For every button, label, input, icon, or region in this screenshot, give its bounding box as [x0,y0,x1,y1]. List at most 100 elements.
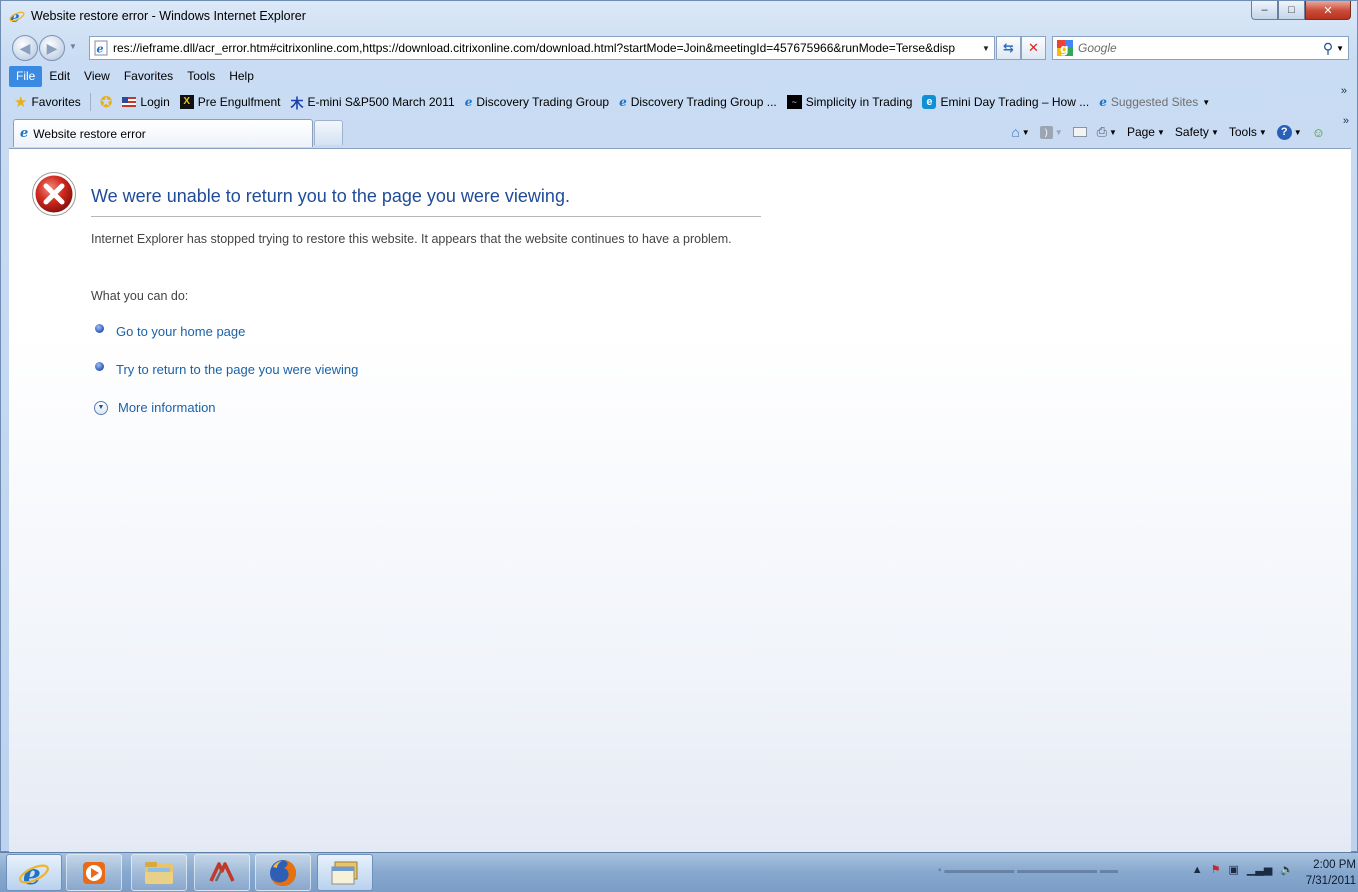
bullet-icon [95,324,104,333]
favorites-overflow-icon[interactable]: » [1341,85,1347,97]
research-button[interactable]: ☺ [1308,121,1329,143]
google-logo-icon: g [1057,40,1073,56]
recent-pages-dropdown-icon[interactable]: ▼ [69,42,77,51]
search-icon[interactable]: ⚲ [1320,40,1336,57]
menu-help[interactable]: Help [222,66,261,87]
suggested-sites-button[interactable]: e Suggested Sites ▼ [1094,91,1215,113]
simplicity-site-icon: ~ [786,95,802,109]
favorite-link-simplicity-in-trading[interactable]: ~ Simplicity in Trading [782,91,918,113]
pre-engulfment-site-icon: X [179,95,194,109]
forward-button[interactable]: ▶ [39,35,65,61]
bullet-icon [95,362,104,371]
emini-day-trading-site-icon: e [922,95,937,109]
address-bar[interactable]: e res://ieframe.dll/acr_error.htm#citrix… [89,36,995,60]
print-button[interactable]: ⎙ ▼ [1093,121,1121,143]
menu-edit[interactable]: Edit [42,66,77,87]
back-button[interactable]: ◀ [12,35,38,61]
chevron-down-icon: ▼ [1109,127,1117,137]
command-bar-overflow-icon[interactable]: » [1343,115,1349,127]
tab-website-restore-error[interactable]: e Website restore error [13,119,313,147]
menu-file[interactable]: File [9,65,43,87]
ie-page-icon: e [619,95,627,109]
favorite-link-login[interactable]: Login [117,91,174,113]
favorite-label: Emini Day Trading – How ... [940,95,1090,109]
refresh-button[interactable]: ⇆ [996,36,1021,60]
safety-menu-label: Safety [1174,125,1209,139]
return-to-page-link[interactable]: Try to return to the page you were viewi… [95,362,358,377]
tools-menu-button[interactable]: Tools ▼ [1225,121,1271,143]
taskbar-internet-explorer[interactable]: e [6,854,62,891]
rss-feed-icon: ) [1039,125,1053,139]
chevron-down-icon: ▼ [1054,127,1063,137]
refresh-icon: ⇆ [1003,40,1014,55]
clock-date: 7/31/2011 [1305,875,1356,887]
taskbar-window-app[interactable] [317,854,373,891]
taskbar-notification-ghost: ▪ ▬▬▬▬▬▬▬ ▬▬▬▬▬▬▬▬ ▬▬ [938,865,1118,876]
home-button[interactable]: ⌂ ▼ [1007,121,1033,143]
error-x-icon [32,172,76,216]
taskbar-firefox[interactable] [255,854,311,891]
new-tab-button[interactable] [314,120,343,145]
taskbar-file-explorer[interactable] [131,854,187,891]
page-menu-button[interactable]: Page ▼ [1123,121,1169,143]
favorites-star-icon: ★ [14,94,28,111]
people-icon: ☺ [1311,124,1325,140]
expand-chevron-icon: ▼ [94,400,108,415]
menu-favorites[interactable]: Favorites [117,66,180,87]
back-arrow-icon: ◀ [19,39,31,56]
favorite-link-discovery-trading-2[interactable]: e Discovery Trading Group ... [614,91,782,113]
minimize-button[interactable]: – [1251,1,1278,20]
favorite-label: E-mini S&P500 March 2011 [307,95,455,109]
more-information-label: More information [118,400,216,415]
page-title: We were unable to return you to the page… [91,186,761,217]
safety-menu-button[interactable]: Safety ▼ [1171,121,1223,143]
show-hidden-icons-icon[interactable]: ▲ [1192,864,1203,876]
volume-icon[interactable]: 🔈 [1280,863,1294,876]
tools-menu-label: Tools [1228,125,1257,139]
clock-time: 2:00 PM [1313,859,1356,871]
favorite-label: Simplicity in Trading [805,95,913,109]
maximize-button[interactable]: □ [1278,1,1305,20]
favorite-link-emini-sp500[interactable]: 木 E-mini S&P500 March 2011 [285,91,459,113]
favorite-label: Login [140,95,170,109]
taskbar-trading-app[interactable] [194,854,250,891]
menu-bar: File Edit View Favorites Tools Help [9,65,261,87]
favorite-link-emini-day-trading[interactable]: e Emini Day Trading – How ... [917,91,1094,113]
taskbar-media-player[interactable] [66,854,122,891]
mail-icon [1072,127,1087,137]
ie-page-icon: e [464,95,473,109]
svg-text:g: g [1060,42,1069,56]
favorites-button[interactable]: ★ Favorites [9,91,86,113]
help-button[interactable]: ? ▼ [1273,121,1306,143]
address-dropdown-icon[interactable]: ▼ [978,44,994,53]
close-button[interactable]: ✕ [1305,1,1351,20]
search-input[interactable] [1074,41,1320,55]
favorite-label: Discovery Trading Group [476,95,610,109]
add-favorite-star-icon: ✪ [99,94,113,111]
search-box[interactable]: g ⚲ ▼ [1052,36,1349,60]
search-options-dropdown-icon[interactable]: ▼ [1336,44,1348,53]
ie-page-icon: e [20,126,29,141]
favorite-link-pre-engulfment[interactable]: X Pre Engulfment [175,91,286,113]
svg-text:e: e [97,43,104,56]
error-description: Internet Explorer has stopped trying to … [91,232,732,246]
system-clock[interactable]: 2:00 PM 7/31/2011 [1298,857,1356,889]
address-url[interactable]: res://ieframe.dll/acr_error.htm#citrixon… [109,41,978,55]
more-information-toggle[interactable]: ▼ More information [94,400,216,415]
feeds-button[interactable]: ) ▼ [1036,121,1067,143]
stop-button[interactable]: ✕ [1021,36,1046,60]
menu-tools[interactable]: Tools [180,66,222,87]
add-to-favorites-bar-button[interactable]: ✪ [95,91,118,113]
chevron-down-icon: ▼ [1156,127,1165,137]
usb-device-icon[interactable]: ▣ [1229,863,1239,876]
menu-view[interactable]: View [77,66,117,87]
favorite-link-discovery-trading-1[interactable]: e Discovery Trading Group [460,91,614,113]
read-mail-button[interactable] [1069,121,1091,143]
command-bar: ⌂ ▼ ) ▼ ⎙ ▼ Page ▼ Safety ▼ Tools ▼ ? ▼ … [1007,120,1329,144]
us-flag-icon [122,97,137,107]
action-center-flag-icon[interactable]: ⚑ [1211,863,1221,876]
home-icon: ⌂ [1011,124,1020,140]
go-to-home-page-link[interactable]: Go to your home page [95,324,245,339]
network-signal-icon[interactable]: ▁▃▅ [1247,863,1272,876]
system-tray: ▲ ⚑ ▣ ▁▃▅ 🔈 [1192,863,1294,877]
